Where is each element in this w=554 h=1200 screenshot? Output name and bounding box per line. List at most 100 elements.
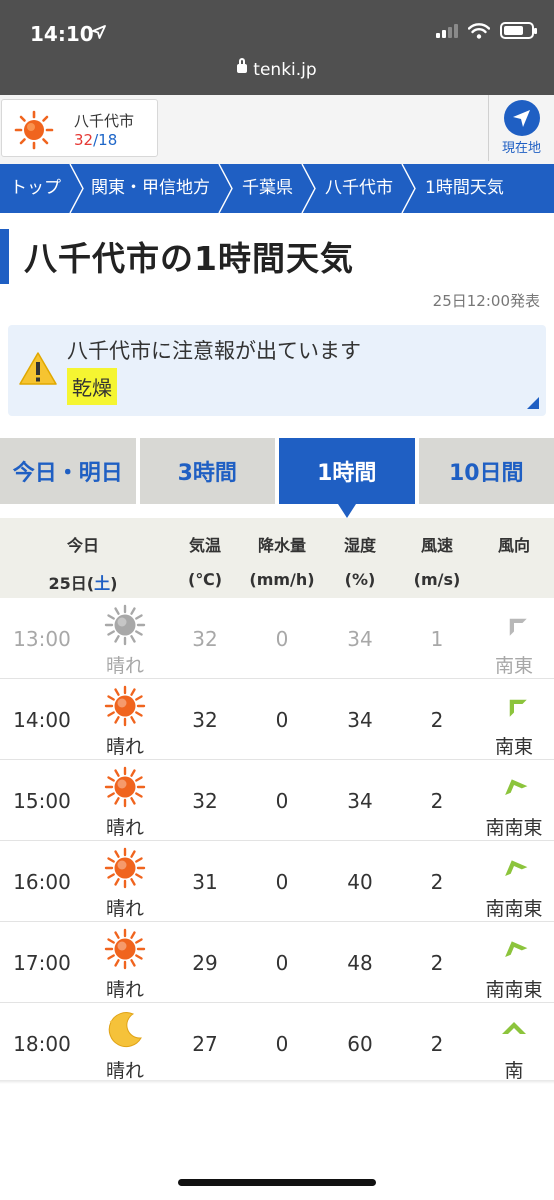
lock-icon — [237, 57, 248, 73]
location-name: 八千代市 — [74, 112, 135, 130]
sun-icon — [96, 765, 154, 809]
row-time: 15:00 — [13, 789, 71, 813]
row-wind-speed: 2 — [430, 789, 444, 813]
warning-box[interactable]: 八千代市に注意報が出ています 乾燥 — [8, 325, 546, 416]
warning-text: 八千代市に注意報が出ています — [67, 339, 361, 363]
table-row: 18:00 晴れ 27 0 60 2 南 — [0, 1004, 554, 1084]
current-location-button[interactable]: 現在地 — [488, 95, 554, 161]
row-time: 17:00 — [13, 951, 71, 975]
home-indicator[interactable] — [178, 1179, 376, 1186]
row-time: 13:00 — [13, 627, 71, 651]
table-row: 16:00 晴れ 31 0 40 2 南南東 — [0, 842, 554, 922]
row-time: 14:00 — [13, 708, 71, 732]
row-weather: 晴れ — [105, 736, 144, 758]
row-wind-dir: 南南東 — [485, 817, 543, 839]
row-wind-dir: 南南東 — [485, 979, 543, 1001]
breadcrumb: トップ 関東・甲信地方 千葉県 八千代市 1時間天気 — [0, 164, 554, 213]
row-temp: 31 — [192, 870, 218, 894]
browser-chrome: 14:10 tenki.jp — [0, 0, 554, 95]
warning-badge: 乾燥 — [67, 368, 117, 405]
breadcrumb-separator-icon — [69, 164, 85, 213]
row-weather: 晴れ — [105, 898, 144, 920]
header-wind-speed: 風速 (m/s) — [413, 536, 461, 589]
header-day-label: 今日 — [66, 536, 99, 555]
row-temp: 32 — [192, 627, 218, 651]
row-weather: 晴れ — [105, 979, 144, 1001]
signal-icon — [436, 23, 458, 38]
location-temps: 32/18 — [74, 131, 117, 149]
tab-today-tomorrow[interactable]: 今日・明日 — [0, 438, 136, 504]
table-row: 17:00 晴れ 29 0 48 2 南南東 — [0, 923, 554, 1003]
header-precip: 降水量 (mm/h) — [249, 536, 315, 589]
row-weather: 晴れ — [105, 655, 144, 677]
warning-icon — [19, 352, 57, 385]
breadcrumb-item-prefecture[interactable]: 千葉県 — [234, 164, 301, 213]
address-bar[interactable]: tenki.jp — [0, 57, 554, 80]
breadcrumb-separator-icon — [401, 164, 417, 213]
row-wind-dir: 南東 — [494, 736, 533, 758]
row-temp: 32 — [192, 789, 218, 813]
row-precip: 0 — [275, 627, 289, 651]
table-row: 13:00 晴れ 32 0 34 1 南東 — [0, 599, 554, 679]
header-wind-dir: 風向 — [497, 536, 530, 555]
row-precip: 0 — [275, 1032, 289, 1056]
row-weather: 晴れ — [105, 817, 144, 839]
expand-corner-icon — [527, 397, 539, 409]
breadcrumb-item-city[interactable]: 八千代市 — [317, 164, 401, 213]
sun-icon — [96, 846, 154, 890]
row-humidity: 34 — [347, 627, 373, 651]
row-precip: 0 — [275, 708, 289, 732]
row-precip: 0 — [275, 951, 289, 975]
header-date-label: 25日(土) — [48, 574, 118, 593]
row-precip: 0 — [275, 789, 289, 813]
header-date: 今日 25日(土) — [0, 532, 166, 594]
sun-icon — [96, 684, 154, 728]
row-temp: 32 — [192, 708, 218, 732]
site-header: 八千代市 32/18 現在地 — [0, 95, 554, 165]
row-time: 18:00 — [13, 1032, 71, 1056]
sun-icon — [14, 110, 54, 150]
status-time: 14:10 — [30, 22, 94, 46]
forecast-tabs: 今日・明日 3時間 1時間 10日間 — [0, 438, 554, 518]
current-location-label: 現在地 — [501, 141, 541, 156]
row-humidity: 34 — [347, 789, 373, 813]
table-bottom-edge — [0, 1080, 554, 1084]
header-temp: 気温 (℃) — [188, 536, 222, 589]
wind-direction-icon — [494, 609, 534, 637]
status-icons — [436, 22, 537, 39]
breadcrumb-separator-icon — [301, 164, 317, 213]
location-arrow-icon — [92, 25, 106, 39]
location-card[interactable]: 八千代市 32/18 — [1, 99, 158, 157]
table-header: 今日 25日(土) 気温 (℃) 降水量 (mm/h) 湿度 (%) 風速 (m/s) … — [0, 518, 554, 598]
row-wind-speed: 2 — [430, 870, 444, 894]
table-row: 15:00 晴れ 32 0 34 2 南南東 — [0, 761, 554, 841]
navigation-icon — [504, 100, 540, 136]
row-wind-speed: 2 — [430, 708, 444, 732]
row-humidity: 34 — [347, 708, 373, 732]
tab-10day[interactable]: 10日間 — [418, 438, 554, 504]
page-title: 八千代市の1時間天気 — [24, 239, 354, 278]
breadcrumb-separator-icon — [218, 164, 234, 213]
row-temp: 27 — [192, 1032, 218, 1056]
row-wind-speed: 2 — [430, 1032, 444, 1056]
temp-high: 32 — [74, 131, 94, 149]
tab-3hour[interactable]: 3時間 — [139, 438, 275, 504]
row-wind-speed: 2 — [430, 951, 444, 975]
row-wind-dir: 南南東 — [485, 898, 543, 920]
header-weekday: 土 — [94, 574, 111, 593]
row-wind-speed: 1 — [430, 627, 444, 651]
wifi-icon — [468, 22, 490, 39]
row-time: 16:00 — [13, 870, 71, 894]
row-weather: 晴れ — [105, 1060, 144, 1082]
breadcrumb-item-region[interactable]: 関東・甲信地方 — [85, 164, 218, 213]
tab-1hour[interactable]: 1時間 — [279, 438, 415, 518]
breadcrumb-item-top[interactable]: トップ — [0, 164, 69, 213]
row-humidity: 40 — [347, 870, 373, 894]
row-wind-dir: 南 — [504, 1060, 524, 1082]
wind-direction-icon — [494, 771, 534, 799]
temp-low: 18 — [98, 131, 118, 149]
wind-direction-icon — [494, 933, 534, 961]
table-row: 14:00 晴れ 32 0 34 2 南東 — [0, 680, 554, 760]
sun-icon — [96, 603, 154, 647]
issued-time: 25日12:00発表 — [432, 292, 540, 310]
